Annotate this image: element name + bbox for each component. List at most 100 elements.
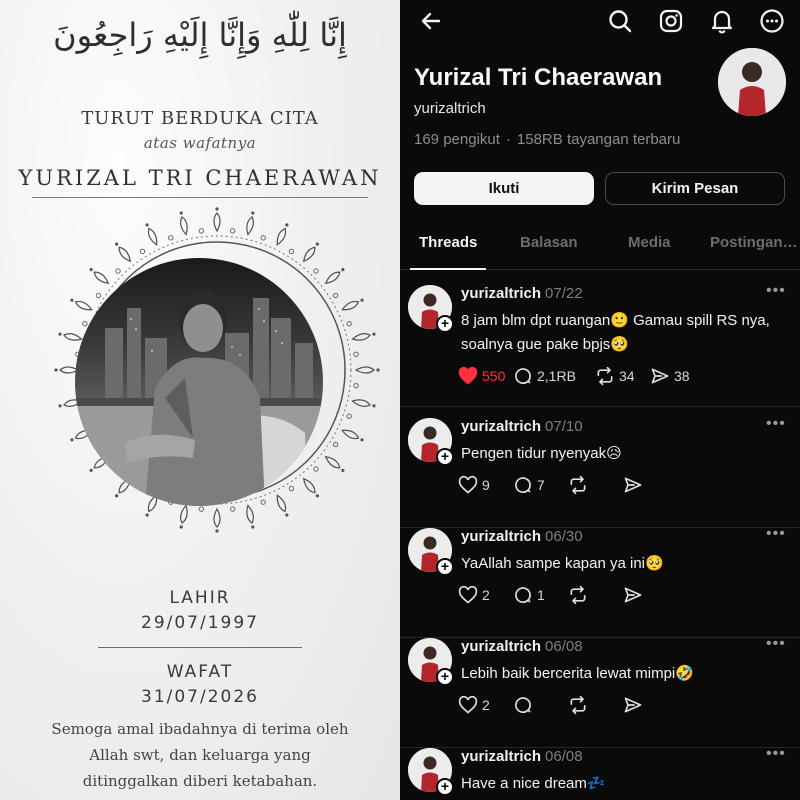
profile-handle: yurizaltrich <box>414 100 486 117</box>
reposts-count: 34 <box>619 368 635 384</box>
profile-name: Yurizal Tri Chaerawan <box>414 64 663 91</box>
post-text: 8 jam blm dpt ruangan🙂 Gamau spill RS ny… <box>461 312 770 353</box>
repost-icon <box>570 475 586 495</box>
like-button[interactable]: 2 <box>458 694 490 716</box>
repost-button[interactable] <box>568 584 592 606</box>
profile-tabs: Threads Balasan Media Postingan… <box>400 228 800 270</box>
follow-plus-icon[interactable]: + <box>436 448 454 466</box>
post-more-icon[interactable]: ••• <box>766 745 786 763</box>
views-count: 158RB tayangan terbaru <box>516 131 681 148</box>
comment-icon <box>515 697 531 713</box>
share-button[interactable] <box>623 694 647 716</box>
comment-button[interactable]: 2,1RB <box>513 365 576 387</box>
post-date: 06/30 <box>545 528 583 545</box>
post-date: 07/22 <box>545 285 583 302</box>
heart-icon <box>458 695 478 714</box>
deceased-name: YURIZAL TRI CHAERAWAN <box>18 166 382 190</box>
repost-button[interactable]: 34 <box>595 365 635 387</box>
comment-button[interactable] <box>513 694 537 716</box>
repost-icon <box>570 585 586 605</box>
heart-icon <box>458 585 478 604</box>
follow-button[interactable]: Ikuti <box>414 172 594 205</box>
dates-divider <box>98 647 302 648</box>
post-date: 06/08 <box>545 748 583 765</box>
active-tab-indicator <box>410 268 486 270</box>
heart-icon <box>458 475 478 494</box>
thread-post[interactable]: + yurizaltrich 07/22 ••• 8 jam blm dpt ru… <box>400 282 800 407</box>
stats-separator: · <box>505 131 511 148</box>
born-label: LAHIR <box>169 588 231 608</box>
likes-count: 2 <box>482 587 490 603</box>
repost-button[interactable] <box>568 694 592 716</box>
post-more-icon[interactable]: ••• <box>766 282 786 300</box>
share-button[interactable] <box>623 584 647 606</box>
shares-count: 38 <box>674 368 690 384</box>
follower-count[interactable]: 169 pengikut <box>414 131 500 148</box>
repost-button[interactable] <box>568 474 592 496</box>
born-date: 29/07/1997 <box>141 613 259 633</box>
post-actions: 97 <box>458 474 788 496</box>
memorial-photo <box>75 258 323 506</box>
like-button[interactable]: 550 <box>458 365 505 387</box>
comment-button[interactable]: 7 <box>513 474 545 496</box>
instagram-icon[interactable] <box>658 8 684 34</box>
follow-plus-icon[interactable]: + <box>436 668 454 686</box>
comment-icon <box>515 587 531 603</box>
died-label: WAFAT <box>166 662 234 682</box>
follow-plus-icon[interactable]: + <box>436 558 454 576</box>
tab-threads[interactable]: Threads <box>419 234 477 251</box>
like-button[interactable]: 2 <box>458 584 490 606</box>
post-actions: 550 2,1RB 34 38 <box>458 365 788 387</box>
notification-bell-icon[interactable] <box>709 8 735 34</box>
share-button[interactable]: 38 <box>650 365 690 387</box>
search-icon[interactable] <box>607 8 633 34</box>
post-author[interactable]: yurizaltrich 06/08 <box>461 638 583 655</box>
comment-icon <box>515 368 531 384</box>
tab-reposts[interactable]: Postingan… <box>710 234 798 251</box>
name-divider <box>32 197 368 198</box>
condolence-subtitle: atas wafatnya <box>143 134 257 152</box>
top-bar <box>400 0 800 42</box>
share-icon <box>651 368 669 384</box>
died-date: 31/07/2026 <box>141 687 259 707</box>
post-text: Pengen tidur nyenyak😥 <box>461 445 622 462</box>
thread-post[interactable]: + yurizaltrich 07/10 ••• Pengen tidur nye… <box>400 415 800 528</box>
heart-icon <box>458 366 478 385</box>
post-date: 07/10 <box>545 418 583 435</box>
threads-profile-screen: Yurizal Tri Chaerawan yurizaltrich 169 p… <box>400 0 800 800</box>
post-more-icon[interactable]: ••• <box>766 635 786 653</box>
post-more-icon[interactable]: ••• <box>766 415 786 433</box>
post-text: YaAllah sampe kapan ya ini🥺 <box>461 555 664 572</box>
post-author[interactable]: yurizaltrich 07/10 <box>461 418 583 435</box>
back-arrow-icon[interactable] <box>418 8 444 34</box>
arabic-calligraphy: إِنَّا لِلّٰهِ وَإِنَّا إِلَيْهِ رَاجِعُ… <box>53 16 347 54</box>
share-button[interactable] <box>623 474 647 496</box>
profile-avatar[interactable] <box>718 48 786 116</box>
send-message-button[interactable]: Kirim Pesan <box>605 172 785 205</box>
like-button[interactable]: 9 <box>458 474 490 496</box>
post-author[interactable]: yurizaltrich 06/08 <box>461 748 583 765</box>
share-icon <box>624 477 642 493</box>
condolence-title: TURUT BERDUKA CITA <box>81 108 319 129</box>
more-menu-icon[interactable] <box>759 8 785 34</box>
post-more-icon[interactable]: ••• <box>766 525 786 543</box>
repost-icon <box>597 366 613 386</box>
tab-media[interactable]: Media <box>628 234 671 251</box>
post-date: 06/08 <box>545 638 583 655</box>
comment-button[interactable]: 1 <box>513 584 545 606</box>
post-text: Lebih baik bercerita lewat mimpi🤣 <box>461 665 694 682</box>
follow-plus-icon[interactable]: + <box>436 778 454 796</box>
post-author[interactable]: yurizaltrich 06/30 <box>461 528 583 545</box>
profile-stats: 169 pengikut · 158RB tayangan terbaru <box>414 131 680 148</box>
thread-post[interactable]: + yurizaltrich 06/08 ••• Lebih baik berce… <box>400 635 800 748</box>
comments-count: 2,1RB <box>537 368 576 384</box>
thread-post[interactable]: + yurizaltrich 06/08 ••• Have a nice drea… <box>400 745 800 800</box>
follow-plus-icon[interactable]: + <box>436 315 454 333</box>
likes-count: 9 <box>482 477 490 493</box>
likes-count: 550 <box>482 368 506 384</box>
thread-post[interactable]: + yurizaltrich 06/30 ••• YaAllah sampe ka… <box>400 525 800 638</box>
post-author[interactable]: yurizaltrich 07/22 <box>461 285 583 302</box>
share-icon <box>624 697 642 713</box>
likes-count: 2 <box>482 697 490 713</box>
tab-replies[interactable]: Balasan <box>520 234 578 251</box>
